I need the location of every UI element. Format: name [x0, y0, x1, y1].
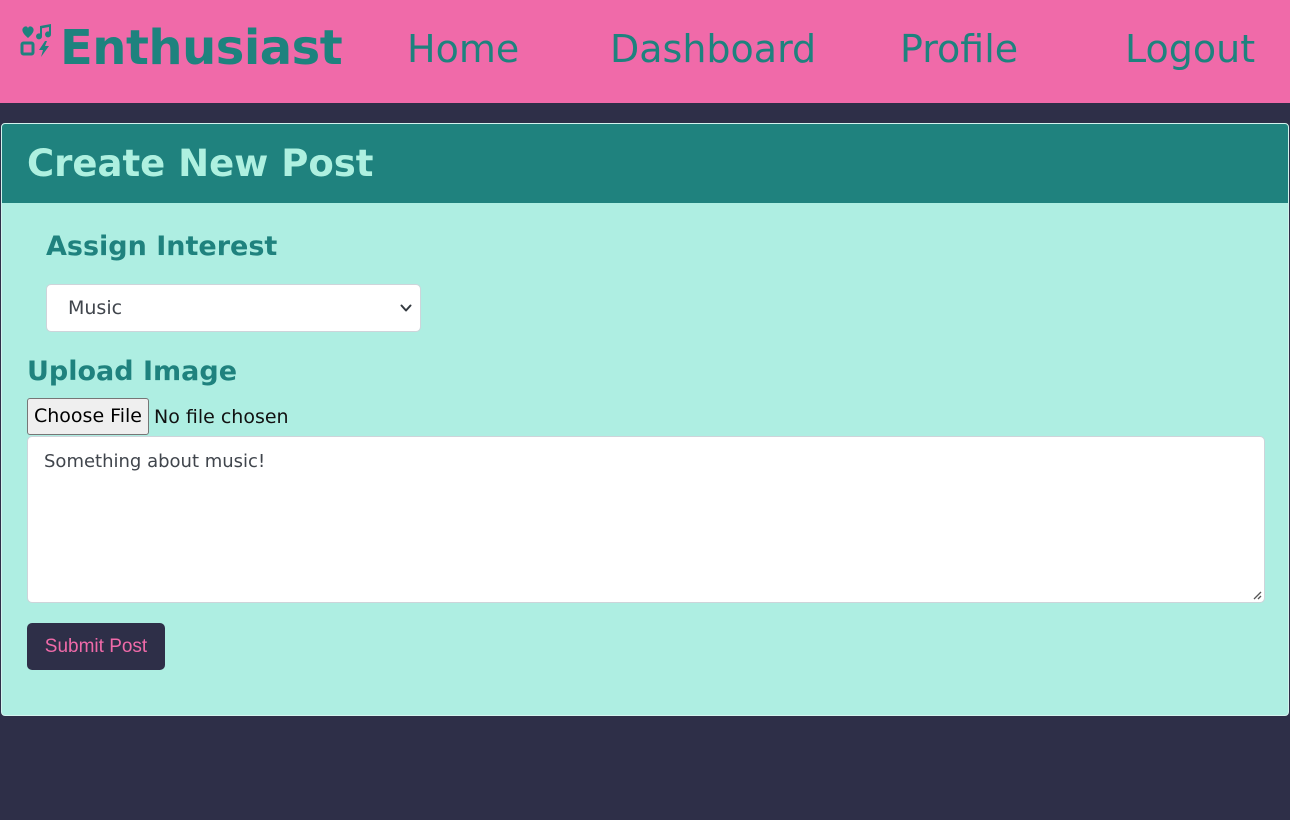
interest-select[interactable]: Music: [46, 284, 421, 332]
nav-home[interactable]: Home: [407, 24, 519, 74]
interest-label: Assign Interest: [46, 231, 278, 262]
resize-grip-icon[interactable]: [1250, 588, 1262, 600]
nav-dashboard[interactable]: Dashboard: [610, 24, 816, 74]
create-post-card: Create New Post Assign Interest Music Up…: [1, 123, 1289, 716]
file-status: No file chosen: [154, 406, 289, 428]
nav-profile[interactable]: Profile: [900, 24, 1018, 74]
post-textarea[interactable]: Something about music!: [27, 436, 1265, 603]
post-text-value: Something about music!: [44, 451, 266, 472]
card-header: Create New Post: [2, 124, 1288, 203]
brand-link[interactable]: Enthusiast: [20, 18, 343, 78]
chevron-down-icon: [400, 304, 412, 312]
upload-label: Upload Image: [27, 356, 238, 387]
interest-selected-value: Music: [68, 297, 123, 319]
choose-file-button[interactable]: Choose File: [27, 398, 149, 435]
page-title: Create New Post: [27, 142, 374, 185]
brand-name: Enthusiast: [60, 20, 343, 76]
interests-icon: [20, 24, 52, 57]
submit-post-button[interactable]: Submit Post: [27, 623, 165, 670]
navbar: Enthusiast Home Dashboard Profile Logout: [0, 0, 1290, 103]
nav-logout[interactable]: Logout: [1125, 24, 1255, 74]
